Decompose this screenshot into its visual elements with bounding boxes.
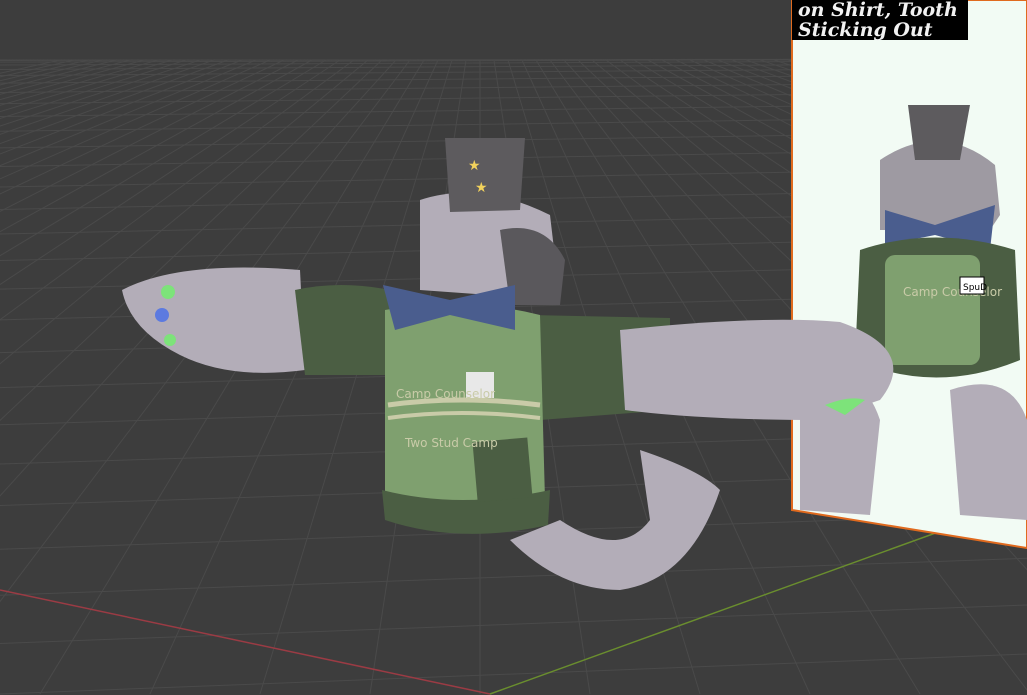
star-icon: ★	[475, 180, 488, 196]
character-model[interactable]: Camp Counselor Two Stud Camp ★ ★	[0, 0, 1027, 695]
star-icon: ★	[468, 158, 481, 174]
3d-viewport[interactable]: Camp Counselor SpuD on Shirt, Tooth Stic…	[0, 0, 1027, 695]
model-shirt-text: Camp Counselor	[396, 387, 495, 401]
model-shirt-text-2: Two Stud Camp	[404, 436, 498, 450]
